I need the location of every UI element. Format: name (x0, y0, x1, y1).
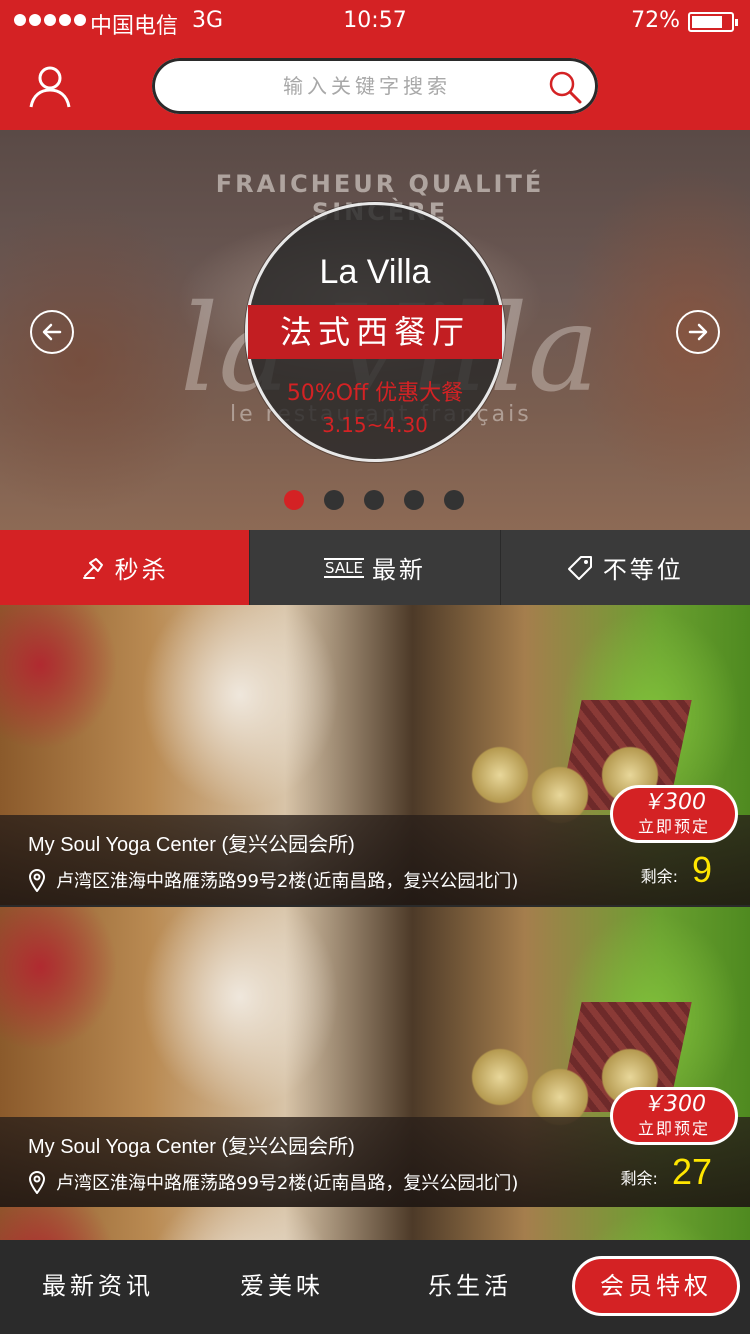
remaining-count: 剩余: 9 (641, 849, 712, 891)
tab-label: 不等位 (602, 556, 684, 584)
app-header: 中国电信 3G 10:57 72% (0, 0, 750, 130)
arrow-right-icon (688, 323, 708, 341)
nav-news[interactable]: 最新资讯 (42, 1266, 154, 1301)
tab-flash-sale[interactable]: 秒杀 (0, 530, 250, 605)
search-icon[interactable] (548, 70, 582, 104)
remaining-number: 27 (671, 1151, 712, 1192)
promo-circle[interactable]: La Villa 法式西餐厅 50%Off 优惠大餐 3.15~4.30 (245, 202, 505, 462)
venue-address: 卢湾区淮海中路雁荡路99号2楼(近南昌路，复兴公园北门) (28, 867, 518, 893)
promo-subtitle: 法式西餐厅 (248, 305, 502, 359)
venue-title: My Soul Yoga Center (复兴公园会所) (28, 1136, 355, 1158)
promo-offer: 50%Off 优惠大餐 (286, 381, 464, 406)
book-now-label: 立即预定 (637, 1119, 710, 1138)
pager-dot[interactable] (364, 490, 384, 510)
user-icon[interactable] (26, 62, 74, 110)
prev-slide-button[interactable] (30, 310, 74, 354)
nav-life[interactable]: 乐生活 (428, 1266, 512, 1301)
price: ￥300 (642, 790, 706, 815)
search-input[interactable] (192, 64, 542, 108)
remaining-count: 剩余: 27 (621, 1151, 712, 1193)
venue-address: 卢湾区淮海中路雁荡路99号2楼(近南昌路，复兴公园北门) (28, 1169, 518, 1195)
book-now-button[interactable]: ￥300 立即预定 (610, 1087, 738, 1145)
bottom-nav: 最新资讯 爱美味 乐生活 会员特权 (0, 1240, 750, 1334)
promo-date: 3.15~4.30 (322, 413, 428, 437)
book-now-label: 立即预定 (637, 817, 710, 836)
venue-title: My Soul Yoga Center (复兴公园会所) (28, 834, 355, 856)
arrow-left-icon (42, 323, 62, 341)
pager-dot[interactable] (404, 490, 424, 510)
tab-newest[interactable]: SALE 最新 (249, 530, 499, 605)
pager-dot[interactable] (444, 490, 464, 510)
promo-banner[interactable]: FRAICHEUR QUALITÉ SINCÈRE la Villa le re… (0, 130, 750, 530)
nav-food[interactable]: 爱美味 (240, 1266, 324, 1301)
location-pin-icon (28, 868, 46, 892)
member-privileges-button[interactable]: 会员特权 (572, 1256, 740, 1316)
slide-pager (284, 490, 464, 510)
sale-icon: SALE (324, 557, 364, 578)
pager-dot[interactable] (324, 490, 344, 510)
tab-label: 最新 (371, 556, 426, 584)
book-now-button[interactable]: ￥300 立即预定 (610, 785, 738, 843)
address-text: 卢湾区淮海中路雁荡路99号2楼(近南昌路，复兴公园北门) (56, 1173, 519, 1194)
gavel-icon (81, 556, 105, 580)
status-bar: 中国电信 3G 10:57 72% (0, 0, 750, 42)
promo-title: La Villa (319, 253, 431, 291)
tab-label: 秒杀 (114, 556, 169, 584)
remaining-label: 剩余: (620, 1169, 658, 1188)
venue-card[interactable]: My Soul Yoga Center (复兴公园会所) 卢湾区淮海中路雁荡路9… (0, 605, 750, 905)
remaining-label: 剩余: (640, 867, 678, 886)
remaining-number: 9 (691, 849, 712, 890)
battery-icon (688, 12, 738, 32)
battery-percent: 72% (631, 8, 680, 33)
category-tabs: 秒杀 SALE 最新 不等位 (0, 530, 750, 605)
search-bar[interactable] (152, 58, 598, 114)
tag-icon (567, 555, 593, 581)
address-text: 卢湾区淮海中路雁荡路99号2楼(近南昌路，复兴公园北门) (56, 871, 519, 892)
next-slide-button[interactable] (676, 310, 720, 354)
price: ￥300 (642, 1092, 706, 1117)
tab-no-wait[interactable]: 不等位 (499, 530, 750, 605)
venue-card[interactable]: My Soul Yoga Center (复兴公园会所) 卢湾区淮海中路雁荡路9… (0, 907, 750, 1207)
pager-dot[interactable] (284, 490, 304, 510)
location-pin-icon (28, 1170, 46, 1194)
